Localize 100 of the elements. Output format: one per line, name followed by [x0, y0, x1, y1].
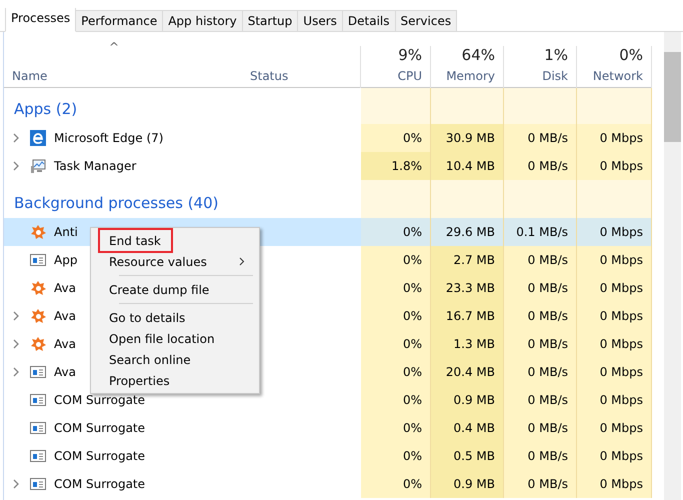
- table-cell: 0 Mbps: [577, 246, 652, 274]
- browser-icon: [30, 130, 46, 146]
- process-name[interactable]: App: [54, 253, 78, 267]
- tab[interactable]: Processes: [5, 8, 76, 32]
- table-cell: 0 Mbps: [577, 386, 652, 414]
- table-cell: 0.1 MB/s: [504, 218, 577, 246]
- scrollbar[interactable]: [664, 32, 681, 500]
- window-icon: [30, 448, 46, 464]
- menu-item[interactable]: Search online: [100, 349, 253, 370]
- menu-item[interactable]: End task: [100, 230, 171, 251]
- group-heading: Apps (2): [14, 100, 78, 118]
- column-label: Name: [12, 69, 48, 83]
- expand-caret-icon[interactable]: [12, 133, 20, 143]
- table-cell: 10.4 MB: [431, 152, 504, 180]
- table-cell: 2.7 MB: [431, 246, 504, 274]
- table-cell: 0 Mbps: [577, 358, 652, 386]
- table-cell: 0%: [361, 358, 431, 386]
- table-cell: 0%: [361, 302, 431, 330]
- process-name[interactable]: COM Surrogate: [54, 477, 146, 491]
- table-cell: 0 MB/s: [504, 124, 577, 152]
- column-label: Status: [250, 69, 288, 83]
- expand-caret-icon[interactable]: [12, 311, 20, 321]
- table-cell: [361, 180, 431, 218]
- group-heading: Background processes (40): [14, 194, 218, 212]
- column-label: CPU: [398, 69, 422, 83]
- table-cell: 30.9 MB: [431, 124, 504, 152]
- table-cell: 0%: [361, 386, 431, 414]
- table-cell: 0%: [361, 124, 431, 152]
- table-cell: 0 MB/s: [504, 442, 577, 470]
- expand-caret-icon[interactable]: [12, 367, 20, 377]
- table-cell: 0 MB/s: [504, 330, 577, 358]
- process-name[interactable]: Ava: [54, 309, 76, 323]
- tab[interactable]: Services: [394, 10, 458, 31]
- table-cell: 0 Mbps: [577, 442, 652, 470]
- table-cell: 0 Mbps: [577, 302, 652, 330]
- menu-item[interactable]: Go to details: [100, 307, 253, 328]
- menu-item[interactable]: Properties: [100, 370, 253, 391]
- process-name[interactable]: Microsoft Edge (7): [54, 131, 164, 145]
- process-name[interactable]: Anti: [54, 225, 78, 239]
- window-icon: [30, 476, 46, 492]
- menu-item[interactable]: Create dump file: [100, 279, 253, 300]
- table-cell: 0 MB/s: [504, 302, 577, 330]
- table-cell: 23.3 MB: [431, 274, 504, 302]
- table-cell: 0 MB/s: [504, 152, 577, 180]
- shield-icon: [30, 308, 46, 324]
- process-name[interactable]: COM Surrogate: [54, 449, 146, 463]
- table-cell: 0 Mbps: [577, 274, 652, 302]
- monitor-icon: [30, 158, 46, 174]
- expand-caret-icon[interactable]: [12, 479, 20, 489]
- expand-caret-icon[interactable]: [12, 161, 20, 171]
- process-name[interactable]: COM Surrogate: [54, 421, 146, 435]
- expand-caret-icon[interactable]: [12, 339, 20, 349]
- table-cell: 0 MB/s: [504, 274, 577, 302]
- tab[interactable]: Users: [297, 10, 343, 31]
- column-label: Network: [592, 69, 643, 83]
- table-cell: 0 MB/s: [504, 246, 577, 274]
- process-name[interactable]: Ava: [54, 337, 76, 351]
- table-cell: 0%: [361, 442, 431, 470]
- column-total: 0%: [619, 46, 643, 64]
- table-cell: 0%: [361, 330, 431, 358]
- tab[interactable]: Startup: [242, 10, 298, 31]
- column-total: 64%: [462, 46, 495, 64]
- process-name[interactable]: Task Manager: [54, 159, 136, 173]
- window-icon: [30, 364, 46, 380]
- shield-icon: [30, 336, 46, 352]
- table-cell: 0%: [361, 470, 431, 498]
- table-cell: 29.6 MB: [431, 218, 504, 246]
- process-name[interactable]: COM Surrogate: [54, 393, 146, 407]
- menu-item[interactable]: Resource values: [100, 251, 253, 272]
- table-cell: 0 Mbps: [577, 152, 652, 180]
- column-total: 9%: [398, 46, 422, 64]
- table-cell: 0 Mbps: [577, 470, 652, 498]
- column-label: Disk: [542, 69, 568, 83]
- window-icon: [30, 392, 46, 408]
- table-cell: 16.7 MB: [431, 302, 504, 330]
- table-cell: 0%: [361, 218, 431, 246]
- column-label: Memory: [446, 69, 495, 83]
- column-header[interactable]: Status: [242, 46, 361, 88]
- table-cell: 0 MB/s: [504, 470, 577, 498]
- window-icon: [30, 252, 46, 268]
- table-cell: 0 Mbps: [577, 414, 652, 442]
- tab[interactable]: App history: [162, 10, 243, 31]
- tab[interactable]: Details: [342, 10, 396, 31]
- shield-icon: [30, 224, 46, 240]
- window-icon: [30, 420, 46, 436]
- table-cell: 0%: [361, 246, 431, 274]
- table-cell: 0.5 MB: [431, 442, 504, 470]
- sort-arrow: ^: [109, 40, 120, 54]
- table-cell: 0%: [361, 414, 431, 442]
- shield-icon: [30, 280, 46, 296]
- table-cell: 0 MB/s: [504, 358, 577, 386]
- tab[interactable]: Performance: [75, 10, 164, 31]
- table-cell: 0.4 MB: [431, 414, 504, 442]
- table-cell: 0 Mbps: [577, 124, 652, 152]
- process-name[interactable]: Ava: [54, 281, 76, 295]
- table-cell: 1.3 MB: [431, 330, 504, 358]
- table-cell: 20.4 MB: [431, 358, 504, 386]
- process-name[interactable]: Ava: [54, 365, 76, 379]
- menu-item[interactable]: Open file location: [100, 328, 253, 349]
- table-cell: 0 MB/s: [504, 414, 577, 442]
